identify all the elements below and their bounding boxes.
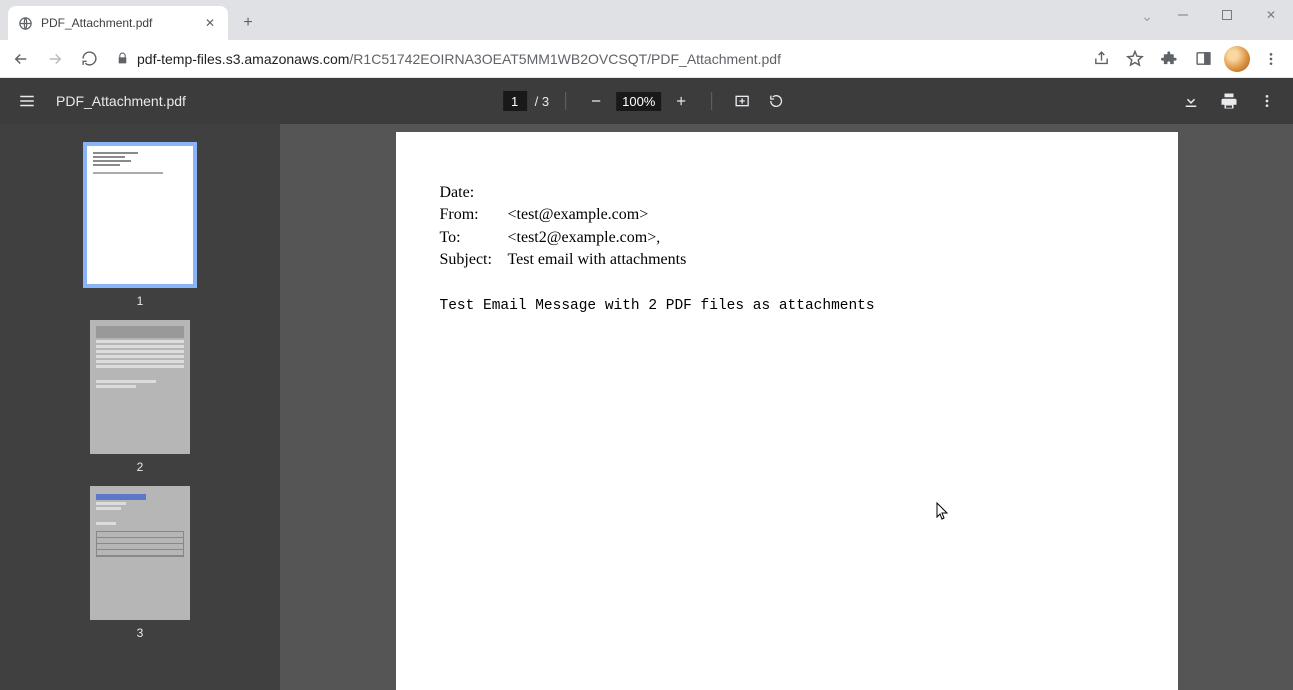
field-label-to: To: [440, 227, 498, 249]
thumbnail-label: 1 [137, 294, 144, 308]
lock-icon [116, 52, 129, 65]
pdf-viewer-body: 1 2 3 Date: From:<test@example [0, 124, 1293, 690]
browser-tab-strip: PDF_Attachment.pdf ✕ + ⌄ ✕ [0, 0, 1293, 40]
side-panel-icon[interactable] [1187, 43, 1219, 75]
thumbnail-1[interactable]: 1 [83, 142, 197, 308]
document-title: PDF_Attachment.pdf [56, 93, 186, 109]
tab-title: PDF_Attachment.pdf [41, 16, 194, 30]
pdf-page: Date: From: <test@example.com> To: <test2@… [396, 132, 1178, 690]
globe-icon [18, 16, 33, 31]
reload-button[interactable] [74, 44, 104, 74]
thumbnail-label: 2 [137, 460, 144, 474]
address-bar[interactable]: pdf-temp-files.s3.amazonaws.com/R1C51742… [108, 45, 1075, 73]
fit-page-button[interactable] [728, 87, 756, 115]
field-value-to: <test2@example.com>, [508, 227, 661, 249]
rotate-button[interactable] [762, 87, 790, 115]
chevron-down-icon[interactable]: ⌄ [1141, 8, 1153, 25]
maximize-button[interactable] [1205, 0, 1249, 30]
tab-close-icon[interactable]: ✕ [202, 16, 218, 30]
bookmark-star-icon[interactable] [1119, 43, 1151, 75]
address-bar-row: pdf-temp-files.s3.amazonaws.com/R1C51742… [0, 40, 1293, 78]
zoom-out-button[interactable] [582, 87, 610, 115]
email-body-text: Test Email Message with 2 PDF files as a… [440, 298, 1134, 314]
thumbnail-label: 3 [137, 626, 144, 640]
browser-tab[interactable]: PDF_Attachment.pdf ✕ [8, 6, 228, 40]
window-controls: ✕ [1161, 0, 1293, 30]
pdf-toolbar: PDF_Attachment.pdf / 3 100% [0, 78, 1293, 124]
zoom-level: 100% [616, 92, 661, 111]
field-value-subject: Test email with attachments [508, 249, 687, 271]
page-number-input[interactable] [503, 91, 527, 111]
toolbar-separator [711, 92, 712, 110]
field-label-from: From: [440, 204, 498, 226]
page-total-label: / 3 [535, 94, 549, 109]
field-label-date: Date: [440, 182, 498, 204]
minimize-button[interactable] [1161, 0, 1205, 30]
thumbnail-2[interactable]: 2 [90, 320, 190, 474]
share-icon[interactable] [1085, 43, 1117, 75]
field-value-from: <test@example.com> [508, 204, 649, 226]
more-menu-icon[interactable] [1253, 87, 1281, 115]
new-tab-button[interactable]: + [234, 9, 262, 37]
close-window-button[interactable]: ✕ [1249, 0, 1293, 30]
zoom-in-button[interactable] [667, 87, 695, 115]
forward-button[interactable] [40, 44, 70, 74]
thumbnail-sidebar[interactable]: 1 2 3 [0, 124, 280, 690]
chrome-menu-icon[interactable] [1255, 43, 1287, 75]
download-button[interactable] [1177, 87, 1205, 115]
thumbnail-3[interactable]: 3 [90, 486, 190, 640]
back-button[interactable] [6, 44, 36, 74]
url-text: pdf-temp-files.s3.amazonaws.com/R1C51742… [137, 51, 781, 67]
print-button[interactable] [1215, 87, 1243, 115]
extensions-icon[interactable] [1153, 43, 1185, 75]
page-view-area[interactable]: Date: From: <test@example.com> To: <test2@… [280, 124, 1293, 690]
field-label-subject: Subject: [440, 249, 498, 271]
menu-icon[interactable] [12, 86, 42, 116]
toolbar-separator [565, 92, 566, 110]
profile-avatar[interactable] [1221, 43, 1253, 75]
